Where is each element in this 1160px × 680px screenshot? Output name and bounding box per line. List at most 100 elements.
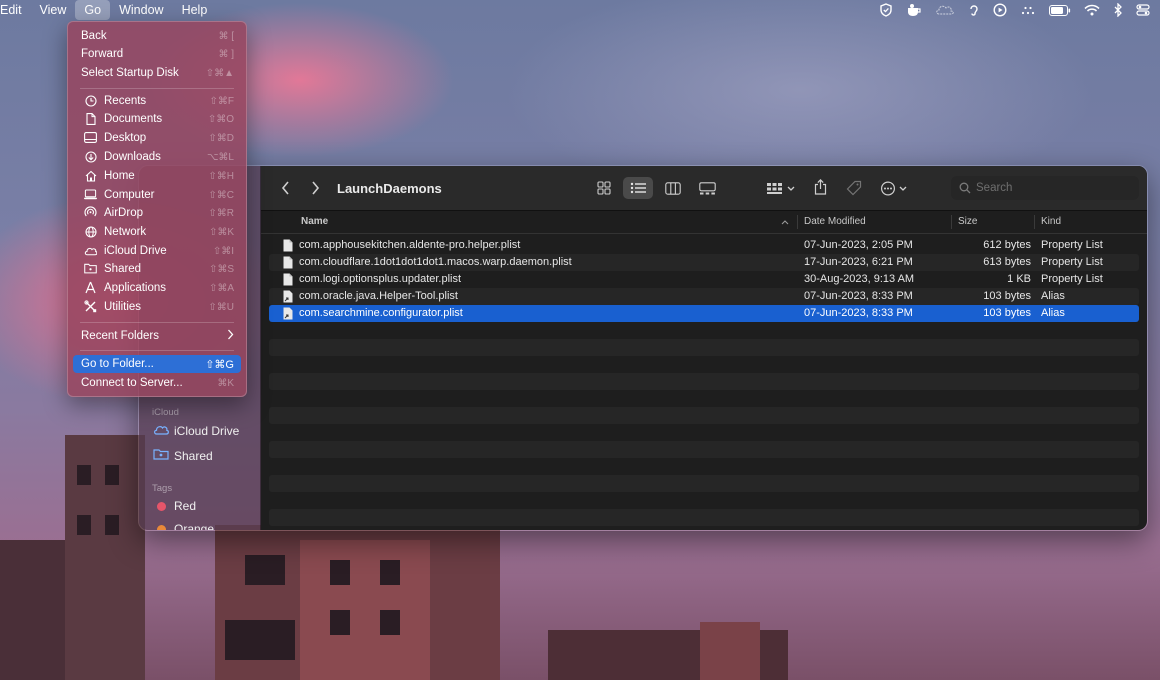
file-row[interactable]: com.logi.optionsplus.updater.plist 30-Au… (269, 271, 1139, 288)
cup-icon[interactable] (906, 3, 922, 17)
menu-shortcut: ⇧⌘R (208, 207, 234, 219)
menu-shortcut: ⇧⌘U (208, 301, 234, 313)
menu-item-airdrop[interactable]: AirDrop ⇧⌘R (73, 204, 241, 222)
menu-item-select-startup-disk[interactable]: Select Startup Disk ⇧⌘▲ (73, 64, 241, 82)
gallery-icon (698, 181, 716, 194)
battery-icon[interactable] (1049, 4, 1071, 16)
plist-file-icon (283, 256, 293, 272)
menu-item-label: Applications (104, 282, 167, 294)
list-view-button[interactable] (623, 177, 653, 199)
menu-item-back[interactable]: Back ⌘ [ (73, 27, 241, 45)
sidebar-item-label: Orange (174, 522, 215, 531)
forward-button[interactable] (307, 178, 323, 198)
shield-icon[interactable] (879, 3, 893, 17)
menu-window[interactable]: Window (110, 0, 172, 20)
file-row-selected[interactable]: com.searchmine.configurator.plist 07-Jun… (269, 305, 1139, 322)
menu-item-utilities[interactable]: Utilities ⇧⌘U (73, 298, 241, 316)
sidebar-item-tag-orange[interactable]: Orange (153, 522, 215, 531)
sidebar-item-label: Shared (174, 448, 213, 463)
column-header-name[interactable]: Name (301, 211, 328, 233)
menu-shortcut: ⌘ ] (218, 48, 234, 60)
menu-item-go-to-folder[interactable]: Go to Folder... ⇧⌘G (73, 355, 241, 373)
play-circle-icon[interactable] (993, 3, 1007, 17)
menu-item-label: Downloads (104, 151, 161, 163)
menu-item-forward[interactable]: Forward ⌘ ] (73, 45, 241, 63)
menu-item-network[interactable]: Network ⇧⌘K (73, 223, 241, 241)
bluetooth-icon[interactable] (1113, 3, 1123, 17)
back-button[interactable] (277, 178, 293, 198)
column-header-size[interactable]: Size (958, 211, 977, 233)
column-header-date-modified[interactable]: Date Modified (804, 211, 866, 233)
sidebar-item-shared[interactable]: Shared (153, 448, 213, 463)
sidebar-heading-tags: Tags (152, 483, 173, 494)
menu-item-label: Network (104, 226, 147, 238)
ear-icon[interactable] (968, 3, 980, 17)
menu-item-connect-to-server[interactable]: Connect to Server... ⌘K (73, 374, 241, 392)
cloud-icon (84, 244, 97, 257)
column-header-kind[interactable]: Kind (1041, 211, 1061, 233)
menu-item-icloud-drive[interactable]: iCloud Drive ⇧⌘I (73, 242, 241, 260)
menu-edit[interactable]: Edit (0, 0, 31, 20)
share-icon (814, 179, 826, 195)
menu-view[interactable]: View (31, 0, 76, 20)
menu-item-label: iCloud Drive (104, 245, 167, 257)
building (700, 622, 760, 680)
sidebar-item-tag-red[interactable]: Red (153, 499, 196, 513)
file-row[interactable]: com.apphousekitchen.aldente-pro.helper.p… (269, 237, 1139, 254)
menu-item-downloads[interactable]: Downloads ⌥⌘L (73, 148, 241, 166)
gallery-view-button[interactable] (697, 177, 717, 199)
file-name: com.logi.optionsplus.updater.plist (299, 273, 462, 285)
sort-chevron-up-icon[interactable] (781, 211, 789, 233)
menu-item-applications[interactable]: Applications ⇧⌘A (73, 279, 241, 297)
orange-tag-dot-icon (157, 524, 166, 530)
menu-shortcut: ⌥⌘L (206, 151, 234, 163)
alias-file-icon (283, 290, 293, 306)
sidebar-item-icloud-drive[interactable]: iCloud Drive (153, 424, 239, 438)
sidebar-heading-icloud: iCloud (152, 407, 179, 418)
wifi-icon[interactable] (1084, 4, 1100, 16)
applications-icon (84, 281, 97, 294)
menu-item-label: Utilities (104, 301, 142, 313)
menu-shortcut: ⇧⌘K (208, 226, 234, 238)
menu-item-documents[interactable]: Documents ⇧⌘O (73, 110, 241, 128)
menu-item-computer[interactable]: Computer ⇧⌘C (73, 186, 241, 204)
menu-shortcut: ⇧⌘H (208, 170, 234, 182)
empty-row (269, 373, 1139, 390)
menu-shortcut: ⌘K (217, 377, 234, 389)
column-view-button[interactable] (663, 177, 683, 199)
action-menu-button[interactable] (878, 177, 912, 199)
empty-row (269, 407, 1139, 424)
menu-item-home[interactable]: Home ⇧⌘H (73, 167, 241, 185)
menu-item-recents[interactable]: Recents ⇧⌘F (73, 92, 241, 110)
chevron-right-icon (311, 181, 319, 195)
red-tag-dot-icon (157, 501, 166, 511)
cloud-sync-icon[interactable] (935, 4, 955, 16)
dots-grid-icon[interactable] (1020, 4, 1036, 16)
file-row[interactable]: com.cloudflare.1dot1dot1dot1.macos.warp.… (269, 254, 1139, 271)
menu-separator (80, 322, 234, 323)
control-center-icon[interactable] (1136, 3, 1150, 17)
menu-item-label: Back (81, 30, 107, 42)
file-size: 612 bytes (983, 239, 1031, 251)
file-date: 07-Jun-2023, 2:05 PM (804, 239, 913, 251)
share-button[interactable] (811, 176, 829, 198)
file-name: com.searchmine.configurator.plist (299, 307, 463, 319)
menu-item-recent-folders[interactable]: Recent Folders (73, 327, 241, 345)
menu-item-desktop[interactable]: Desktop ⇧⌘D (73, 129, 241, 147)
list-icon (630, 182, 646, 194)
menu-shortcut: ⇧⌘G (205, 358, 234, 371)
icon-view-button[interactable] (595, 177, 613, 199)
file-row[interactable]: com.oracle.java.Helper-Tool.plist 07-Jun… (269, 288, 1139, 305)
tag-icon (846, 180, 862, 196)
menu-shortcut: ⇧⌘A (208, 282, 234, 294)
menu-go[interactable]: Go (75, 0, 111, 20)
tag-button[interactable] (844, 177, 864, 199)
menu-item-shared[interactable]: Shared ⇧⌘S (73, 260, 241, 278)
menu-help[interactable]: Help (173, 0, 217, 20)
menu-shortcut: ⇧⌘I (212, 245, 234, 257)
menu-item-label: Select Startup Disk (81, 67, 179, 79)
search-field[interactable]: Search (951, 176, 1139, 200)
group-by-button[interactable] (764, 177, 798, 199)
plist-file-icon (283, 273, 293, 289)
file-size: 613 bytes (983, 256, 1031, 268)
